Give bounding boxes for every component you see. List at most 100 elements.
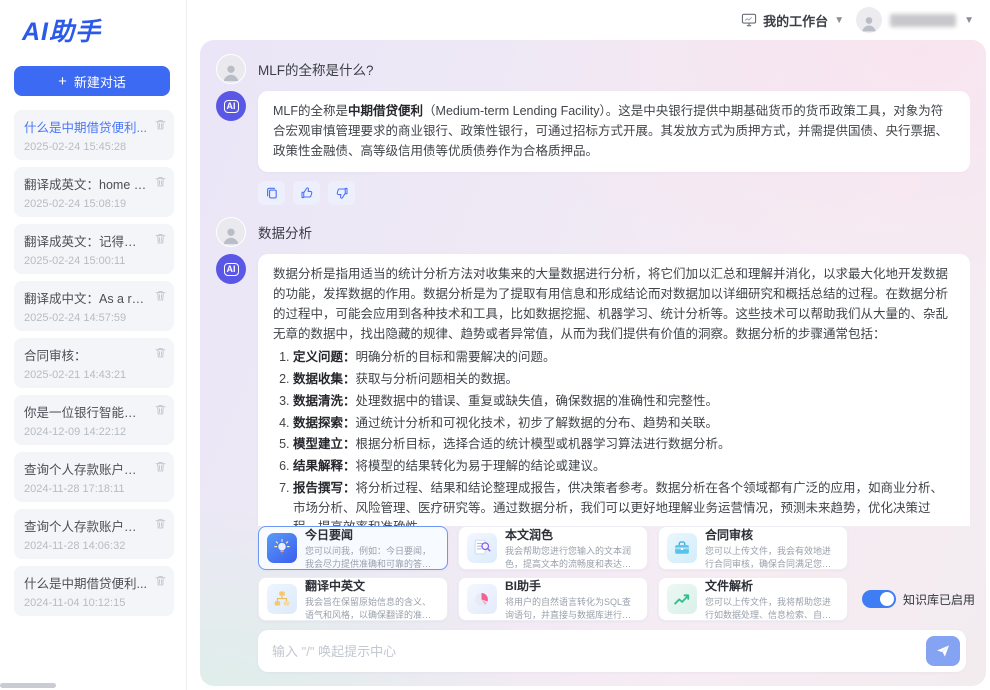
thumbs-down-icon [335, 186, 349, 200]
history-item[interactable]: 查询个人存款账户的最新... 2024-11-28 17:18:11 [14, 452, 174, 502]
history-item-title: 翻译成英文：记得刚开始... [24, 231, 148, 250]
history-item-timestamp: 2024-12-09 14:22:12 [24, 426, 148, 438]
trash-icon [154, 517, 167, 530]
message-actions [258, 181, 970, 205]
delete-chat-button[interactable] [153, 289, 167, 303]
knowledge-base-toggle[interactable] [862, 590, 896, 608]
analysis-step: 模型建立：根据分析目标，选择合适的统计模型或机器学习算法进行数据分析。 [293, 435, 955, 455]
history-item[interactable]: 合同审核： 2025-02-21 14:43:21 [14, 338, 174, 388]
delete-chat-button[interactable] [153, 175, 167, 189]
feature-title: 合同审核 [705, 526, 839, 543]
history-item[interactable]: 你是一位银行智能客服，... 2024-12-09 14:22:12 [14, 395, 174, 445]
history-item-title: 什么是中期借贷便利... [24, 117, 148, 136]
feature-card[interactable]: BI助手 将用户的自然语言转化为SQL查询语句，并直接与数据库进行交互，返回智能… [458, 577, 648, 621]
user-message: 数据分析 [216, 217, 970, 247]
delete-chat-button[interactable] [153, 517, 167, 531]
analysis-step: 数据收集：获取与分析问题相关的数据。 [293, 370, 955, 390]
user-message-text: 数据分析 [258, 222, 312, 242]
feature-section: 今日要闻 您可以问我，例如：今日要闻，我会尽力提供准确和可靠的答案。 本文润色 … [258, 526, 970, 621]
composer [258, 630, 966, 672]
send-button[interactable] [926, 636, 960, 666]
history-item-timestamp: 2025-02-24 15:08:19 [24, 198, 148, 210]
delete-chat-button[interactable] [153, 118, 167, 132]
new-chat-button[interactable]: + 新建对话 [14, 66, 170, 96]
history-item-timestamp: 2025-02-21 14:43:21 [24, 369, 148, 381]
person-icon [859, 13, 879, 33]
user-menu[interactable]: ▼ [856, 7, 974, 33]
ai-avatar-label: AI [224, 263, 239, 276]
feature-description: 您可以上传文件，我会有效地进行合同审核，确保合同满足您的业务需求。 [705, 545, 839, 569]
feature-grid: 今日要闻 您可以问我，例如：今日要闻，我会尽力提供准确和可靠的答案。 本文润色 … [258, 526, 848, 621]
history-item[interactable]: 翻译成中文：As a reader... 2025-02-24 14:57:59 [14, 281, 174, 331]
horizontal-scrollbar[interactable] [0, 683, 56, 688]
thumbs-up-icon [300, 186, 314, 200]
ai-avatar: AI [216, 254, 246, 284]
feature-title: 文件解析 [705, 577, 839, 594]
history-item-timestamp: 2024-11-28 17:18:11 [24, 483, 148, 495]
message-list: MLF的全称是什么? AI MLF的全称是中期借贷便利（Medium-term … [216, 54, 970, 526]
feature-card[interactable]: 今日要闻 您可以问我，例如：今日要闻，我会尽力提供准确和可靠的答案。 [258, 526, 448, 570]
chevron-down-icon: ▼ [834, 15, 844, 26]
delete-chat-button[interactable] [153, 403, 167, 417]
thumbs-up-button[interactable] [293, 181, 320, 205]
history-item[interactable]: 什么是中期借贷便利... 2025-02-24 15:45:28 [14, 110, 174, 160]
contract-icon [667, 533, 697, 563]
copy-button[interactable] [258, 181, 285, 205]
prompt-input[interactable] [272, 644, 926, 659]
history-item[interactable]: 翻译成英文：记得刚开始... 2025-02-24 15:00:11 [14, 224, 174, 274]
feature-title: 今日要闻 [305, 526, 439, 543]
ai-text: 数据分析是指用适当的统计分析方法对收集来的大量数据进行分析，将它们加以汇总和理解… [273, 265, 955, 344]
analysis-step: 数据探索：通过统计分析和可视化技术，初步了解数据的分布、趋势和关联。 [293, 414, 955, 434]
workspace-menu[interactable]: 我的工作台 ▼ [741, 11, 844, 30]
ai-message: AI 数据分析是指用适当的统计分析方法对收集来的大量数据进行分析，将它们加以汇总… [216, 254, 970, 526]
plus-icon: + [58, 73, 67, 90]
feature-card[interactable]: 本文润色 我会帮助您进行您输入的文本润色，提高文本的流畅度和表达效果。 [458, 526, 648, 570]
person-icon [220, 61, 242, 83]
ai-text: MLF的全称是 [273, 104, 348, 118]
chat-area: MLF的全称是什么? AI MLF的全称是中期借贷便利（Medium-term … [200, 40, 986, 686]
feature-card[interactable]: 合同审核 您可以上传文件，我会有效地进行合同审核，确保合同满足您的业务需求。 [658, 526, 848, 570]
user-avatar [216, 54, 246, 84]
feature-title: 本文润色 [505, 526, 639, 543]
news-icon [267, 533, 297, 563]
knowledge-base-control: 知识库已启用 [862, 590, 975, 608]
feature-description: 我会旨在保留原始信息的含义、语气和风格，以确保翻译的准确性和自然流畅。 [305, 596, 439, 620]
workspace-label: 我的工作台 [763, 11, 828, 30]
delete-chat-button[interactable] [153, 574, 167, 588]
thumbs-down-button[interactable] [328, 181, 355, 205]
sidebar: AI助手 + 新建对话 什么是中期借贷便利... 2025-02-24 15:4… [0, 0, 187, 690]
user-avatar [216, 217, 246, 247]
bi-icon [467, 584, 497, 614]
history-item-title: 翻译成中文：As a reader... [24, 288, 148, 307]
trash-icon [154, 175, 167, 188]
history-list: 什么是中期借贷便利... 2025-02-24 15:45:28 翻译成英文：h… [0, 110, 186, 616]
trash-icon [154, 232, 167, 245]
feature-card[interactable]: 翻译中英文 我会旨在保留原始信息的含义、语气和风格，以确保翻译的准确性和自然流畅… [258, 577, 448, 621]
history-item-timestamp: 2025-02-24 15:00:11 [24, 255, 148, 267]
delete-chat-button[interactable] [153, 346, 167, 360]
analysis-step: 数据清洗：处理数据中的错误、重复或缺失值，确保数据的准确性和完整性。 [293, 392, 955, 412]
knowledge-base-label: 知识库已启用 [903, 591, 975, 608]
chevron-down-icon: ▼ [964, 15, 974, 26]
trash-icon [154, 460, 167, 473]
feature-title: BI助手 [505, 577, 639, 594]
delete-chat-button[interactable] [153, 460, 167, 474]
feature-description: 您可以上传文件，我将帮助您进行如数据处理、信息检索、自动化办公等。 [705, 596, 839, 620]
history-item-title: 翻译成英文：home home [24, 174, 148, 193]
delete-chat-button[interactable] [153, 232, 167, 246]
feature-description: 您可以问我，例如：今日要闻，我会尽力提供准确和可靠的答案。 [305, 545, 439, 569]
history-item-timestamp: 2025-02-24 15:45:28 [24, 141, 148, 153]
ai-message-card: 数据分析是指用适当的统计分析方法对收集来的大量数据进行分析，将它们加以汇总和理解… [258, 254, 970, 526]
history-item-timestamp: 2024-11-28 14:06:32 [24, 540, 148, 552]
feature-description: 我会帮助您进行您输入的文本润色，提高文本的流畅度和表达效果。 [505, 545, 639, 569]
analysis-step: 定义问题：明确分析的目标和需要解决的问题。 [293, 348, 955, 368]
history-item-title: 查询个人存款账户的最新... [24, 516, 148, 535]
trash-icon [154, 403, 167, 416]
ai-message-card: MLF的全称是中期借贷便利（Medium-term Lending Facili… [258, 91, 970, 172]
history-item[interactable]: 什么是中期借贷便利... 2024-11-04 10:12:15 [14, 566, 174, 616]
feature-card[interactable]: 文件解析 您可以上传文件，我将帮助您进行如数据处理、信息检索、自动化办公等。 [658, 577, 848, 621]
history-item[interactable]: 查询个人存款账户的最新... 2024-11-28 14:06:32 [14, 509, 174, 559]
history-item-timestamp: 2025-02-24 14:57:59 [24, 312, 148, 324]
top-bar: 我的工作台 ▼ ▼ [188, 0, 990, 40]
history-item[interactable]: 翻译成英文：home home 2025-02-24 15:08:19 [14, 167, 174, 217]
